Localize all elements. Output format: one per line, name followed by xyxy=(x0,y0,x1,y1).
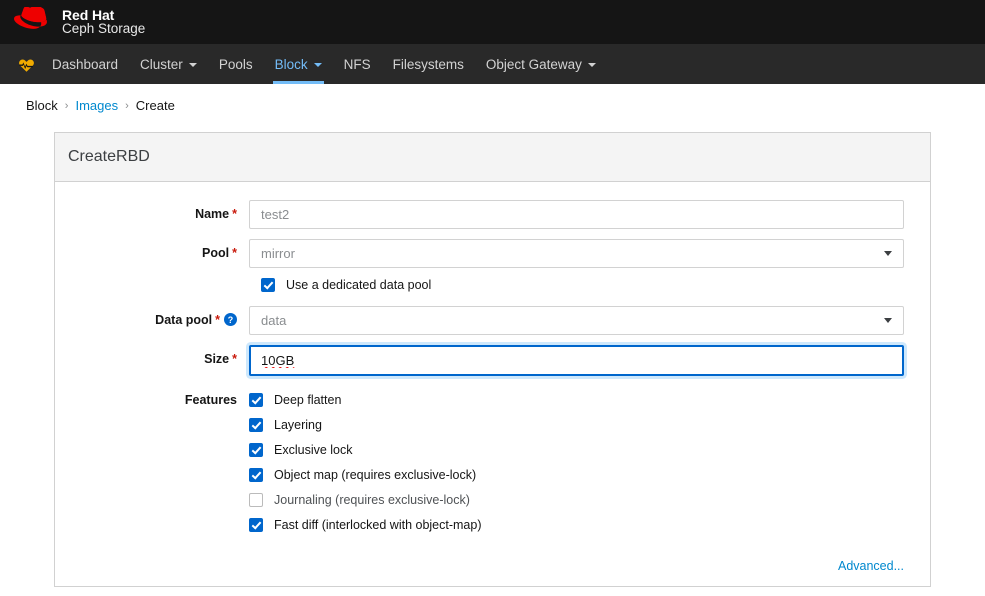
chevron-down-icon xyxy=(313,63,322,67)
form-row-features: Features Deep flatten Layering Exclusive… xyxy=(55,386,930,543)
required-asterisk: * xyxy=(232,352,237,366)
feature-checkbox-object-map[interactable] xyxy=(249,468,263,482)
nav-item-nfs[interactable]: NFS xyxy=(333,44,382,84)
chevron-down-icon xyxy=(587,63,596,67)
form-row-size: Size * xyxy=(55,345,930,376)
name-label: Name * xyxy=(55,200,249,221)
nav-item-object-gateway[interactable]: Object Gateway xyxy=(475,44,607,84)
nav-item-pools[interactable]: Pools xyxy=(208,44,264,84)
nav-item-label: NFS xyxy=(343,56,371,72)
feature-label[interactable]: Layering xyxy=(274,418,322,432)
data-pool-label: Data pool *? xyxy=(55,306,249,327)
brand-logo[interactable]: Red Hat Ceph Storage xyxy=(14,6,146,38)
nav-item-label: Pools xyxy=(218,56,253,72)
nav-item-label: Object Gateway xyxy=(485,56,582,72)
create-rbd-form: Name* Pool* mirror Use a dedicated data … xyxy=(55,182,930,586)
nav-item-label: Dashboard xyxy=(52,56,119,72)
required-asterisk: * xyxy=(232,246,237,260)
chevron-down-icon xyxy=(884,251,892,256)
chevron-down-icon xyxy=(188,63,197,67)
pool-select[interactable]: mirror xyxy=(249,239,904,268)
feature-checkbox-layering[interactable] xyxy=(249,418,263,432)
feature-checkbox-fast-diff[interactable] xyxy=(249,518,263,532)
card-title: CreateRBD xyxy=(55,133,930,182)
data-pool-select[interactable]: data xyxy=(249,306,904,335)
form-row-pool: Pool * mirror xyxy=(55,239,930,268)
name-label-text: Name xyxy=(195,207,230,221)
nav-item-block[interactable]: Block xyxy=(264,44,333,84)
pool-label: Pool * xyxy=(55,239,249,260)
create-rbd-card: CreateRBD Name* Pool* mirror xyxy=(54,132,931,587)
dedicated-data-pool-label[interactable]: Use a dedicated data pool xyxy=(286,278,431,292)
brand-name: Red Hat xyxy=(62,6,115,23)
advanced-link[interactable]: Advanced... xyxy=(838,559,904,573)
data-pool-select-value: data xyxy=(261,313,287,328)
feature-label[interactable]: Journaling (requires exclusive-lock) xyxy=(274,493,470,507)
chevron-down-icon xyxy=(884,318,892,323)
feature-row-exclusive-lock: Exclusive lock xyxy=(249,443,904,457)
help-circle-icon[interactable]: ? xyxy=(224,313,237,326)
size-label: Size * xyxy=(55,345,249,366)
nav-item-cluster[interactable]: Cluster xyxy=(129,44,208,84)
dedicated-data-pool-checkbox[interactable] xyxy=(261,278,275,292)
feature-label[interactable]: Deep flatten xyxy=(274,393,341,407)
form-row-name: Name * xyxy=(55,200,930,229)
svg-text:?: ? xyxy=(228,315,233,325)
nav-item-label: Filesystems xyxy=(392,56,464,72)
feature-checkbox-exclusive-lock[interactable] xyxy=(249,443,263,457)
feature-label[interactable]: Exclusive lock xyxy=(274,443,353,457)
breadcrumb-separator: › xyxy=(125,99,129,112)
advanced-row: Advanced... xyxy=(55,553,930,586)
feature-checkbox-journaling[interactable] xyxy=(249,493,263,507)
heart-pulse-icon xyxy=(19,59,34,72)
features-label: Features xyxy=(184,393,237,407)
pool-select-value: mirror xyxy=(261,246,295,261)
brand-product: Ceph Storage xyxy=(62,21,146,37)
form-row-data-pool: Data pool *? data xyxy=(55,306,930,335)
feature-checkbox-deep-flatten[interactable] xyxy=(249,393,263,407)
main-navigation: Dashboard Cluster Pools Block NFS Filesy… xyxy=(0,44,985,84)
size-label-text: Size xyxy=(204,352,230,366)
nav-item-label: Block xyxy=(274,56,308,72)
name-input[interactable] xyxy=(249,200,904,229)
nav-health-status[interactable] xyxy=(16,44,41,84)
feature-row-object-map: Object map (requires exclusive-lock) xyxy=(249,468,904,482)
breadcrumb-item-images[interactable]: Images xyxy=(75,98,118,113)
size-input[interactable] xyxy=(249,345,904,376)
feature-label[interactable]: Object map (requires exclusive-lock) xyxy=(274,468,476,482)
nav-item-label: Cluster xyxy=(140,56,183,72)
nav-item-filesystems[interactable]: Filesystems xyxy=(382,44,475,84)
feature-row-deep-flatten: Deep flatten xyxy=(249,393,904,407)
data-pool-label-text: Data pool xyxy=(155,313,213,327)
pool-label-text: Pool xyxy=(202,246,230,260)
masthead: Red Hat Ceph Storage xyxy=(0,0,985,44)
breadcrumb-separator: › xyxy=(64,99,69,112)
features-checkbox-group: Deep flatten Layering Exclusive lock Obj… xyxy=(249,386,930,543)
feature-row-fast-diff: Fast diff (interlocked with object-map) xyxy=(249,518,904,532)
dedicated-data-pool-row: Use a dedicated data pool xyxy=(249,278,930,292)
breadcrumb: Block › Images › Create xyxy=(0,84,985,113)
feature-row-layering: Layering xyxy=(249,418,904,432)
nav-item-dashboard[interactable]: Dashboard xyxy=(41,44,129,84)
breadcrumb-item-create: Create xyxy=(135,98,175,113)
feature-label[interactable]: Fast diff (interlocked with object-map) xyxy=(274,518,482,532)
breadcrumb-item-block[interactable]: Block xyxy=(26,98,58,113)
redhat-fedora-icon xyxy=(14,6,47,29)
required-asterisk: * xyxy=(215,313,220,327)
feature-row-journaling: Journaling (requires exclusive-lock) xyxy=(249,493,904,507)
required-asterisk: * xyxy=(232,207,237,221)
